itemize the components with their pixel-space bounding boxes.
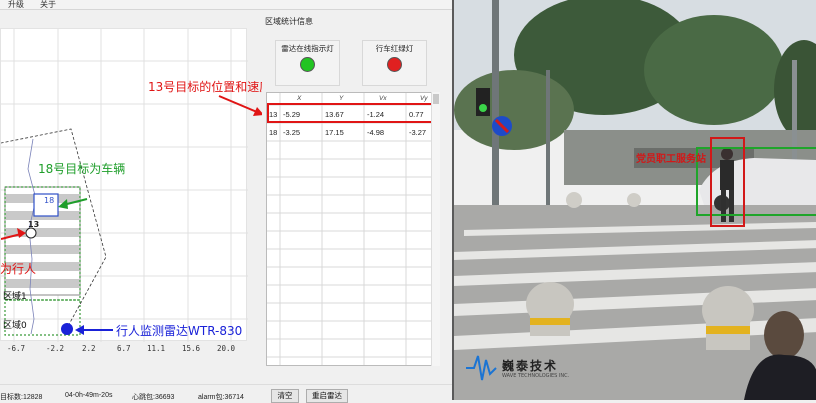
- camera-view: 党员职工服务站 巍泰技术 WAVE TECHNOLOGIES INC.: [452, 0, 816, 400]
- alarm-count: alarm包:36714: [198, 394, 244, 401]
- col-header-vx: Vx: [379, 95, 387, 102]
- x-tick-label: 2.2: [82, 344, 96, 353]
- table-scrollbar[interactable]: [431, 92, 440, 366]
- pedestrian-target-marker: [25, 227, 37, 239]
- radar-online-lamp: [300, 57, 315, 72]
- table-row[interactable]: 18 -3.25 17.15 -4.98 -3.27: [267, 123, 432, 141]
- col-header-vy: Vy: [420, 95, 428, 102]
- row-x: -3.25: [283, 128, 301, 137]
- scroll-thumb[interactable]: [433, 94, 439, 104]
- menu-item-about[interactable]: 关于: [40, 0, 56, 10]
- menu-bar: 升级 关于: [0, 0, 452, 10]
- camera-scene: [454, 0, 816, 400]
- x-tick-label: 11.1: [147, 344, 166, 353]
- uptime: 04-0h-49m-20s: [65, 392, 113, 399]
- row-id: 18: [269, 128, 278, 137]
- col-header-y: Y: [339, 95, 344, 102]
- row-vy: -3.27: [409, 128, 427, 137]
- x-tick-label: 15.6: [182, 344, 201, 353]
- stats-title: 区域统计信息: [265, 17, 313, 26]
- brand-subtitle: WAVE TECHNOLOGIES INC.: [502, 373, 570, 379]
- clear-button[interactable]: 清空: [271, 389, 299, 403]
- traffic-lamp-label: 行车红绿灯: [375, 44, 414, 53]
- x-tick-label: 6.7: [117, 344, 131, 353]
- menu-item-upgrade[interactable]: 升级: [8, 0, 24, 10]
- brand-name: 巍泰技术: [502, 359, 559, 373]
- row-y: 17.15: [325, 128, 344, 137]
- radar-lamp-label: 雷达在线指示灯: [281, 44, 334, 53]
- target-count: 目标数:12828: [0, 394, 43, 401]
- heartbeat-count: 心跳包:36693: [132, 394, 175, 401]
- radar-position-dot: [61, 323, 73, 335]
- zone0-label: 区域0: [3, 321, 27, 331]
- radar-lamp-box: 雷达在线指示灯: [275, 40, 340, 86]
- target-table[interactable]: X Y Vx Vy 13 -5.29 13.67 -1.24 0.77 18 -…: [266, 92, 440, 366]
- vehicle-annotation: 18号目标为车辆: [38, 162, 126, 176]
- zone1-label: 区域1: [3, 292, 27, 302]
- x-tick-label: 20.0: [217, 344, 236, 353]
- row-vx: -4.98: [367, 128, 385, 137]
- pedestrian-target-label: 13: [28, 220, 40, 229]
- x-tick-label: -2.2: [46, 344, 65, 353]
- status-bar: 目标数:12828 04-0h-49m-20s 心跳包:36693 alarm包…: [0, 384, 452, 401]
- traffic-lamp-box: 行车红绿灯: [362, 40, 427, 86]
- position-speed-arrow: [218, 95, 264, 116]
- building-sign: 党员职工服务站: [636, 154, 706, 165]
- x-tick-label: -6.7: [7, 344, 26, 353]
- vehicle-target-label: 18: [44, 196, 55, 205]
- radar-plot-svg: [1, 29, 248, 342]
- radar-annotation: 行人监测雷达WTR-830: [116, 324, 243, 338]
- traffic-light-lamp: [387, 57, 402, 72]
- radar-plot-area[interactable]: 18 13 区域1 区域0: [0, 28, 248, 342]
- highlight-box: [267, 103, 433, 123]
- pedestrian-annotation: 为行人: [0, 262, 37, 276]
- col-header-x: X: [297, 95, 302, 102]
- restart-radar-button[interactable]: 重启雷达: [306, 389, 348, 403]
